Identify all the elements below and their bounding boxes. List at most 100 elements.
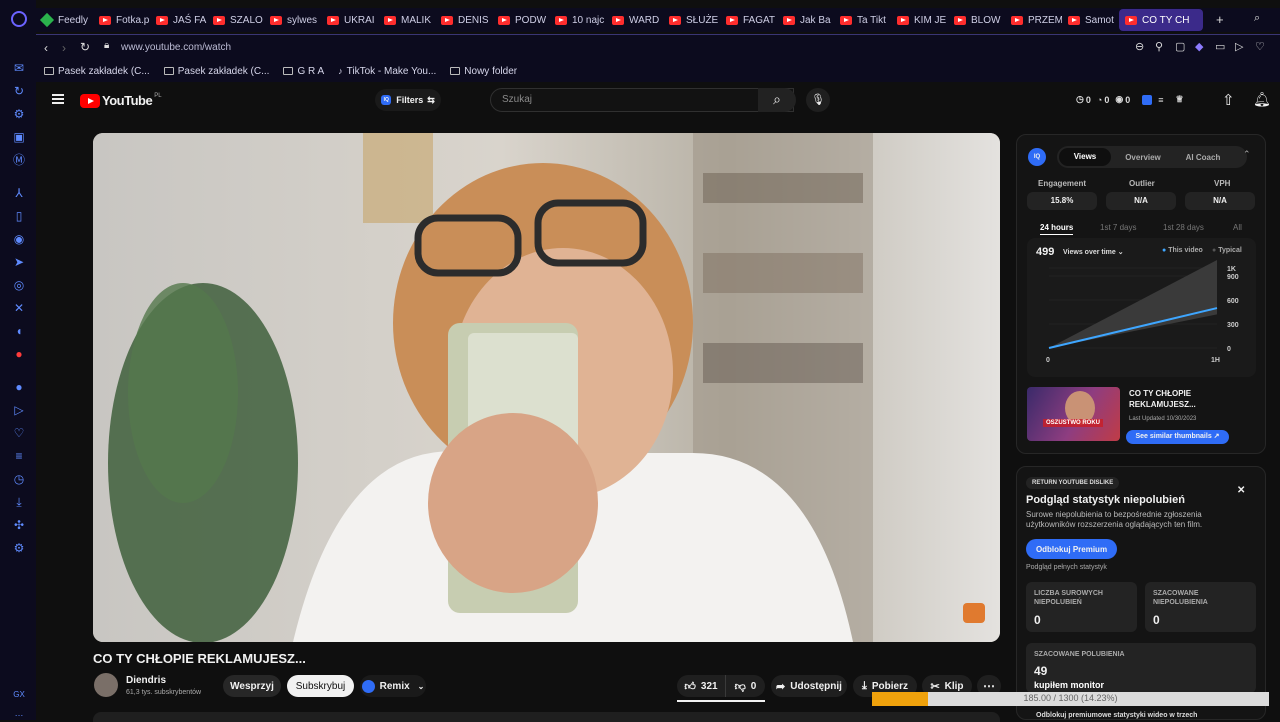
puzzle-icon[interactable]: ✣	[12, 518, 26, 532]
pin-icon[interactable]: ⚲	[1155, 40, 1163, 53]
vidiq-logo-icon[interactable]: IQ	[1028, 148, 1046, 166]
arc-icon[interactable]: ⅄	[12, 186, 26, 200]
list-icon[interactable]: ≡	[1158, 95, 1163, 105]
full-stats-link[interactable]: Podgląd pełnych statystyk	[1026, 564, 1107, 571]
dislike-button[interactable]: 👎︎ 0	[725, 675, 765, 697]
extension-icon[interactable]: ●	[12, 347, 26, 361]
tab-1[interactable]: Fotka.p	[93, 9, 150, 31]
range-24h[interactable]: 24 hours	[1040, 223, 1074, 235]
browser-logo-icon[interactable]	[11, 11, 27, 27]
heart-icon[interactable]: ♡	[12, 426, 26, 440]
settings-icon[interactable]: ⚙	[12, 541, 26, 555]
similar-thumbnails-button[interactable]: See similar thumbnails ↗	[1126, 430, 1229, 444]
forward-icon[interactable]: ›	[62, 41, 66, 55]
tab-overview[interactable]: Overview	[1111, 153, 1175, 162]
tab-7[interactable]: DENIS	[435, 9, 492, 31]
share-button[interactable]: ➦ Udostępnij	[771, 675, 847, 697]
stack-icon[interactable]: ≡	[12, 449, 26, 463]
range-all[interactable]: All	[1233, 223, 1242, 232]
range-7d[interactable]: 1st 7 days	[1100, 223, 1136, 232]
tab-14[interactable]: Ta Tikt	[834, 9, 891, 31]
music-icon[interactable]: ●	[12, 380, 26, 394]
url-field[interactable]: www.youtube.com/watch	[121, 42, 231, 53]
close-icon[interactable]: ✕	[1237, 485, 1245, 496]
video-player[interactable]	[93, 133, 1000, 642]
tab-5[interactable]: UKRAI	[321, 9, 378, 31]
tab-16[interactable]: BLOW	[948, 9, 1005, 31]
channel-avatar[interactable]	[94, 673, 118, 697]
tab-2[interactable]: JAŚ FA	[150, 9, 207, 31]
tab-12[interactable]: FAGAT	[720, 9, 777, 31]
history-icon[interactable]: ◷	[12, 472, 26, 486]
more-icon[interactable]: …	[12, 706, 26, 720]
twitch-icon[interactable]: ▯	[12, 209, 26, 223]
send-icon[interactable]: ▷	[12, 403, 26, 417]
search-box[interactable]: Szukaj	[490, 88, 794, 112]
description-box[interactable]	[93, 712, 1000, 722]
voice-search-button[interactable]: 🎙︎	[806, 88, 830, 112]
gx-icon[interactable]: GX	[12, 688, 26, 702]
tab-3[interactable]: SZALO	[207, 9, 264, 31]
mastodon-icon[interactable]: Ⓜ	[12, 153, 26, 167]
tab-4[interactable]: sylwes	[264, 9, 321, 31]
refresh-icon[interactable]: ↻	[12, 84, 26, 98]
notifications-icon[interactable]: 🔔︎	[1253, 91, 1271, 108]
channel-name[interactable]: Diendris	[126, 675, 166, 686]
tv-icon[interactable]: ▣	[12, 130, 26, 144]
collapse-icon[interactable]: ⌃	[1243, 149, 1251, 160]
bookmark-folder[interactable]: Pasek zakładek (C...	[163, 66, 269, 77]
subscribe-button[interactable]: Subskrybuj	[287, 675, 354, 697]
tab-17[interactable]: PRZEM	[1005, 9, 1062, 31]
like-button[interactable]: 👍︎ 321	[677, 675, 725, 697]
youtube-logo[interactable]: YouTube PL	[80, 93, 162, 108]
favorite-icon[interactable]: ♡	[1255, 40, 1265, 53]
youtube-icon	[1125, 15, 1137, 25]
shield-icon[interactable]: ◆	[1195, 40, 1203, 53]
tab-0[interactable]: Feedly	[36, 9, 93, 31]
filters-button[interactable]: IQ Filters ⇆	[375, 89, 441, 111]
tab-10[interactable]: WARD	[606, 9, 663, 31]
tab-19[interactable]: CO TY CH	[1119, 9, 1203, 31]
telegram-icon[interactable]: ➤	[12, 255, 26, 269]
new-tab-button[interactable]: +	[1216, 12, 1224, 27]
instagram-icon[interactable]: ◎	[12, 278, 26, 292]
upload-icon[interactable]: ⇧	[1222, 91, 1235, 109]
premium-button[interactable]: Odblokuj Premium	[1026, 539, 1117, 559]
messenger-icon[interactable]: ◉	[12, 232, 26, 246]
tab-9[interactable]: 10 najc	[549, 9, 606, 31]
search-button[interactable]: ⌕	[758, 88, 796, 112]
bookmark-folder[interactable]: Nowy folder	[450, 66, 517, 77]
tab-11[interactable]: SŁUŻE	[663, 9, 720, 31]
bookmark-tiktok[interactable]: ♪ TikTok - Make You...	[338, 66, 436, 77]
tab-13[interactable]: Jak Ba	[777, 9, 834, 31]
x-icon[interactable]: ✕	[12, 301, 26, 315]
snapshot-icon[interactable]: ▢	[1175, 40, 1185, 53]
tab-views[interactable]: Views	[1059, 148, 1111, 166]
mail-icon[interactable]: ✉	[12, 61, 26, 75]
tab-ai-coach[interactable]: AI Coach	[1175, 153, 1231, 162]
award-icon[interactable]: ♕	[1175, 94, 1183, 105]
bookmark-folder[interactable]: Pasek zakładek (C...	[44, 66, 150, 77]
video-thumbnail[interactable]: OSZUSTWO ROKU	[1027, 387, 1120, 441]
tab-18[interactable]: Samot	[1062, 9, 1119, 31]
tab-15[interactable]: KIM JE	[891, 9, 948, 31]
send-flow-icon[interactable]: ▷	[1235, 40, 1243, 53]
vidiq-ext-icon[interactable]	[1142, 94, 1153, 105]
back-icon[interactable]: ‹	[44, 41, 48, 55]
search-tabs-icon[interactable]: ⌕	[1254, 12, 1260, 25]
tab-8[interactable]: PODW	[492, 9, 549, 31]
wallet-icon[interactable]: ▭	[1215, 40, 1225, 53]
dislike-badge: RETURN YOUTUBE DISLIKE	[1026, 477, 1120, 489]
tab-6[interactable]: MALIK	[378, 9, 435, 31]
bot-icon[interactable]: ⚙	[12, 107, 26, 121]
menu-icon[interactable]	[52, 94, 64, 104]
bookmark-folder[interactable]: G R A	[283, 66, 324, 77]
discord-icon[interactable]: ◖	[12, 324, 26, 338]
range-28d[interactable]: 1st 28 days	[1163, 223, 1204, 232]
zoom-icon[interactable]: ⊖	[1135, 40, 1144, 53]
remix-button[interactable]: Remix ⌄	[360, 675, 426, 697]
search-input[interactable]: Szukaj	[502, 94, 532, 105]
support-button[interactable]: Wesprzyj	[223, 675, 281, 697]
download-icon[interactable]: ⤓	[12, 495, 26, 509]
reload-icon[interactable]: ↻	[80, 40, 90, 54]
